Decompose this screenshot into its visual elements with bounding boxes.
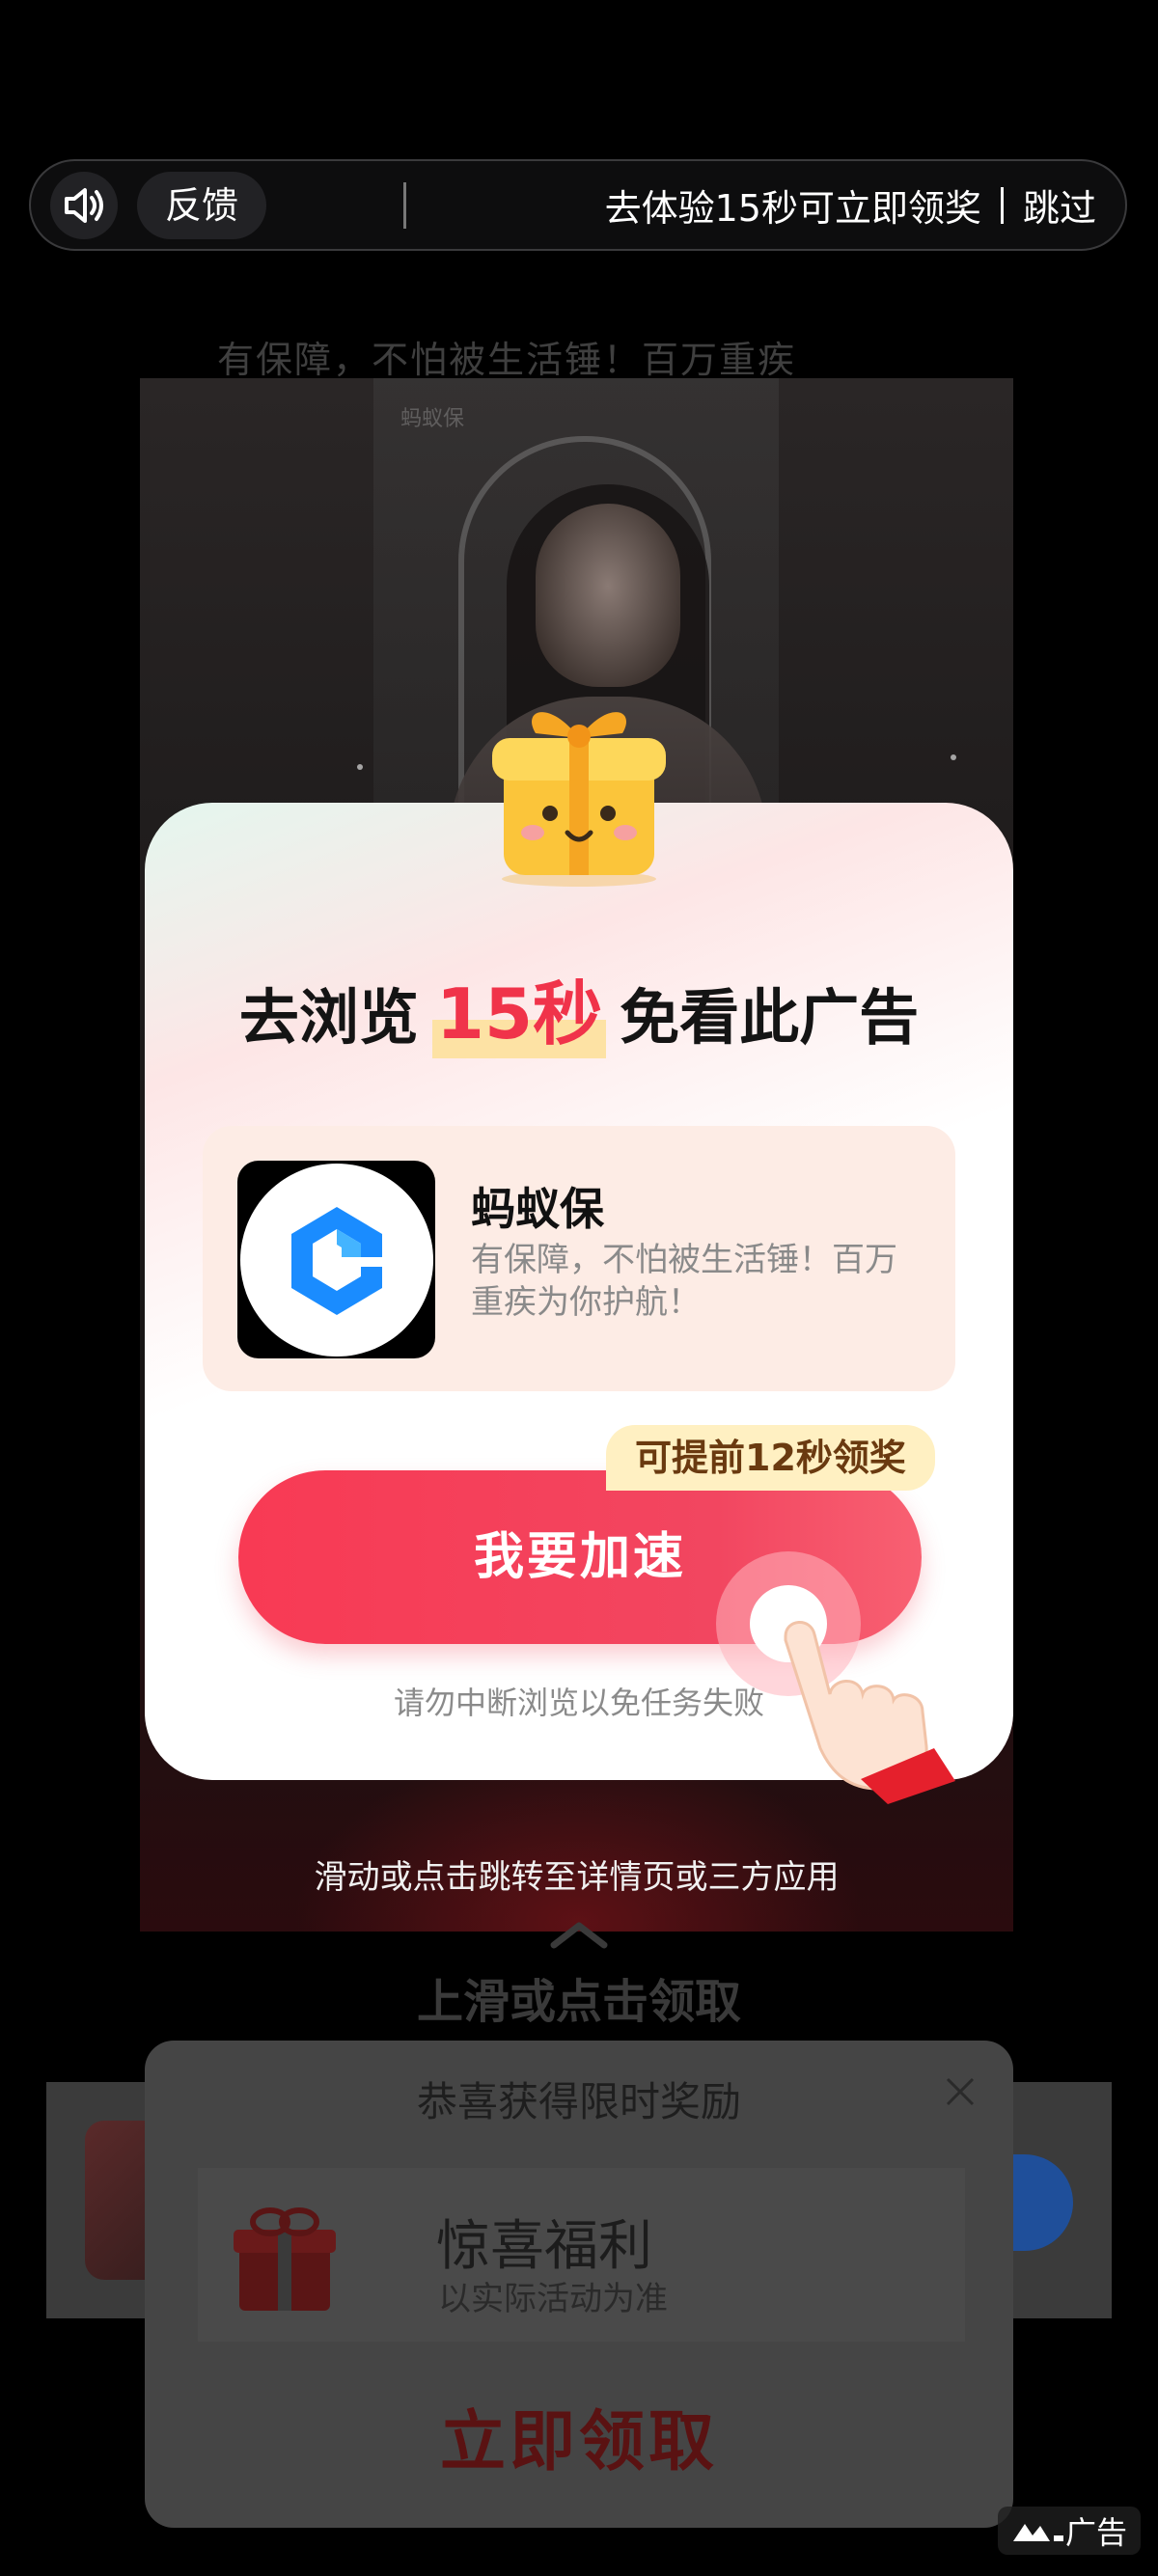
app-info-card[interactable]: 蚂蚁保 有保障，不怕被生活锤！百万重疾为你护航！ (203, 1126, 955, 1391)
skip-button[interactable]: 跳过 (1023, 178, 1096, 232)
app-icon-circle (239, 1163, 433, 1357)
ad-top-bar: 反馈 去体验15秒可立即领奖 跳过 (29, 159, 1127, 251)
reward-prompt-text[interactable]: 去体验15秒可立即领奖 (605, 178, 981, 232)
app-name: 蚂蚁保 (471, 1183, 604, 1235)
skip-divider (1000, 186, 1004, 224)
light-dot (951, 754, 956, 760)
pointing-hand-icon (784, 1621, 955, 1804)
video-person-head (536, 504, 680, 687)
reward-item-subtitle: 以实际活动为准 (438, 2280, 668, 2318)
reward-card: 恭喜获得限时奖励 惊喜福利 以实际活动为准 立即领取 (145, 2041, 1013, 2528)
headline-prefix: 去浏览 (238, 982, 419, 1053)
ad-screen: 蚂蚁保 有保障，不怕被生活锤！百万重疾 滑动或点击跳转至详情页或三方应用 上滑或… (0, 0, 1158, 2576)
swipe-up-claim-text[interactable]: 上滑或点击领取 (0, 1963, 1158, 2031)
close-icon[interactable] (944, 2075, 977, 2108)
app-description: 有保障，不怕被生活锤！百万重疾为你护航！ (471, 1241, 897, 1322)
video-headline: 有保障，不怕被生活锤！百万重疾 (217, 339, 797, 381)
gift-icon (234, 2207, 336, 2311)
headline-seconds: 15秒 (431, 957, 607, 1058)
reward-item-title: 惊喜福利 (436, 2215, 652, 2278)
ad-network-logo-icon (1012, 2524, 1063, 2541)
early-reward-badge: 可提前12秒领奖 (606, 1425, 935, 1491)
top-bar-right: 去体验15秒可立即领奖 跳过 (605, 161, 1096, 249)
chevron-up-icon (550, 1922, 608, 1949)
light-dot (357, 764, 363, 770)
video-watermark-logo: 蚂蚁保 (400, 401, 464, 432)
top-bar-divider (403, 182, 406, 229)
swipe-hint-text[interactable]: 滑动或点击跳转至详情页或三方应用 (140, 1850, 1013, 1898)
app-icon (237, 1161, 435, 1358)
dialog-headline: 去浏览 15秒 免看此广告 (145, 957, 1013, 1058)
ad-label-text: 广告 (1064, 2514, 1127, 2551)
headline-suffix: 免看此广告 (620, 982, 920, 1053)
ad-label: 广告 (997, 2507, 1141, 2555)
speaker-icon (65, 188, 103, 223)
reward-card-title: 恭喜获得限时奖励 (416, 2078, 741, 2125)
sound-button[interactable] (50, 172, 118, 239)
watermark-logo-text: 蚂蚁保 (400, 407, 465, 431)
gift-box-mascot-icon (492, 712, 666, 887)
claim-now-button[interactable]: 立即领取 (145, 2388, 1013, 2483)
feedback-button[interactable]: 反馈 (137, 172, 266, 239)
ant-insurance-logo-icon (290, 1206, 382, 1315)
